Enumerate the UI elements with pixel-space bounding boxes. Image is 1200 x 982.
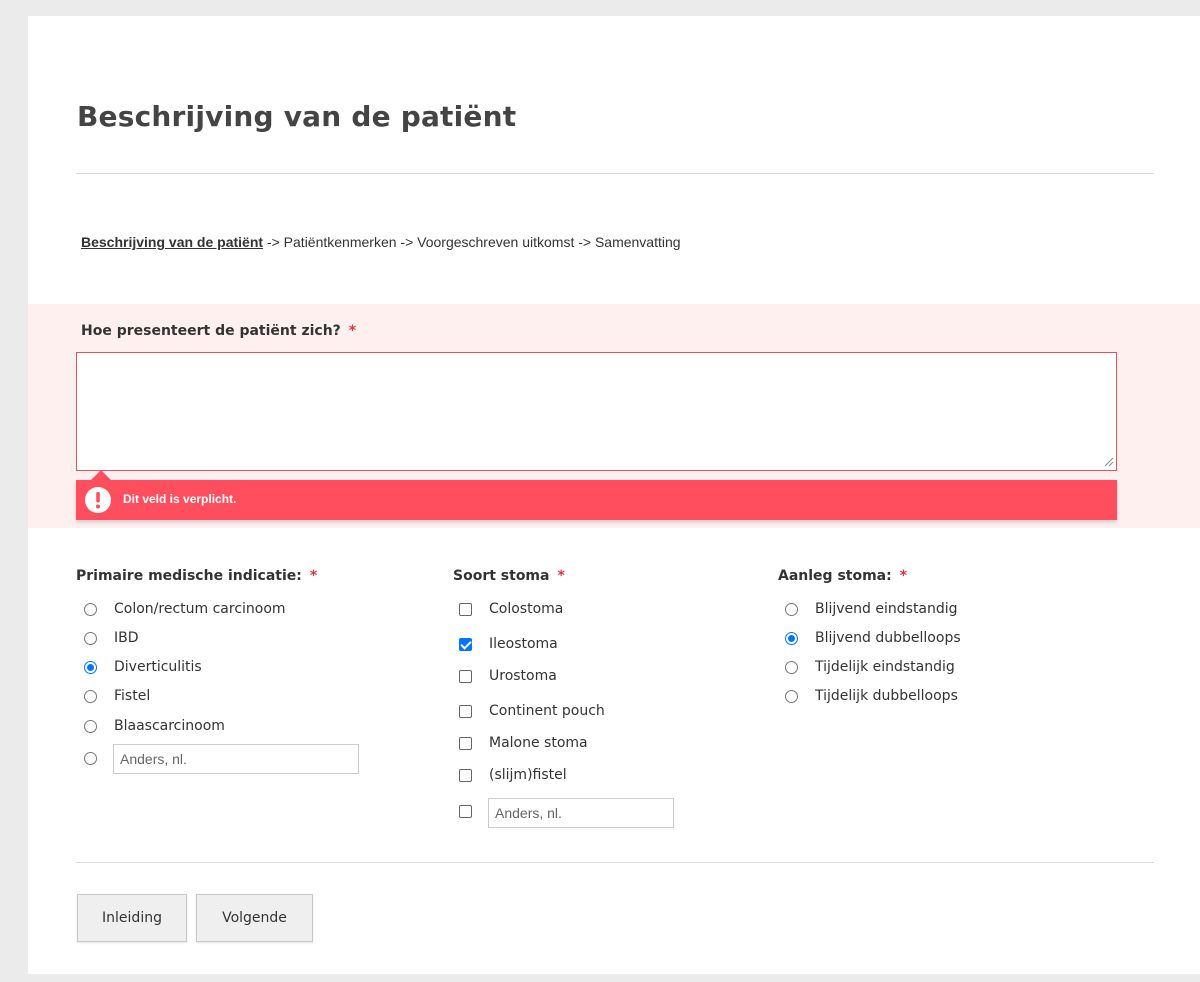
option-label: Continent pouch bbox=[489, 703, 605, 719]
form-card: Beschrijving van de patiënt Beschrijving… bbox=[28, 16, 1200, 974]
stoma-option-malone[interactable]: Malone stoma bbox=[459, 732, 588, 754]
stoma-other-input[interactable] bbox=[488, 798, 674, 828]
option-label: IBD bbox=[114, 630, 139, 646]
indicatie-other-input[interactable] bbox=[113, 744, 359, 774]
error-message-bar: Dit veld is verplicht. bbox=[76, 480, 1117, 520]
option-label: Ileostoma bbox=[489, 636, 558, 652]
option-label: Tijdelijk eindstandig bbox=[815, 659, 955, 675]
option-label: Colon/rectum carcinoom bbox=[114, 601, 286, 617]
checkbox-checked[interactable] bbox=[459, 637, 472, 651]
presentation-question-label: Hoe presenteert de patiënt zich? * bbox=[81, 323, 356, 339]
stoma-option-colostoma[interactable]: Colostoma bbox=[459, 598, 563, 620]
volgende-button[interactable]: Volgende bbox=[196, 894, 313, 942]
step-breadcrumb: Beschrijving van de patiënt -> Patiëntke… bbox=[81, 234, 681, 250]
radio-button-selected[interactable] bbox=[84, 660, 97, 674]
required-marker: * bbox=[309, 568, 318, 584]
checkbox[interactable] bbox=[459, 804, 472, 818]
page-title: Beschrijving van de patiënt bbox=[77, 100, 517, 133]
inleiding-button[interactable]: Inleiding bbox=[77, 894, 187, 942]
aanleg-option-tijdelijk-dubbelloops[interactable]: Tijdelijk dubbelloops bbox=[785, 685, 958, 707]
stoma-option-urostoma[interactable]: Urostoma bbox=[459, 665, 557, 687]
error-pointer bbox=[91, 470, 111, 480]
option-label: Fistel bbox=[114, 688, 151, 704]
required-marker: * bbox=[557, 568, 565, 584]
breadcrumb-current-step: Beschrijving van de patiënt bbox=[81, 234, 264, 250]
required-marker: * bbox=[348, 323, 357, 339]
indicatie-option-colon[interactable]: Colon/rectum carcinoom bbox=[84, 598, 286, 620]
indicatie-option-fistel[interactable]: Fistel bbox=[84, 685, 150, 707]
aanleg-label-text: Aanleg stoma: bbox=[778, 568, 892, 584]
radio-button[interactable] bbox=[84, 689, 97, 703]
stoma-group-label: Soort stoma * bbox=[453, 568, 565, 584]
option-label: Tijdelijk dubbelloops bbox=[815, 688, 958, 704]
option-label: Malone stoma bbox=[489, 735, 588, 751]
indicatie-option-diverticulitis[interactable]: Diverticulitis bbox=[84, 656, 202, 678]
radio-button[interactable] bbox=[84, 751, 97, 765]
aanleg-group-label: Aanleg stoma: * bbox=[778, 568, 907, 584]
checkbox[interactable] bbox=[459, 768, 472, 782]
presentation-question-text: Hoe presenteert de patiënt zich? bbox=[81, 323, 341, 339]
option-label: Diverticulitis bbox=[114, 659, 202, 675]
title-divider bbox=[76, 173, 1154, 174]
radio-button[interactable] bbox=[84, 602, 97, 616]
indicatie-option-ibd[interactable]: IBD bbox=[84, 627, 139, 649]
checkbox[interactable] bbox=[459, 736, 472, 750]
stoma-option-continent-pouch[interactable]: Continent pouch bbox=[459, 700, 605, 722]
radio-button-selected[interactable] bbox=[785, 631, 798, 645]
error-message-text: Dit veld is verplicht. bbox=[123, 492, 237, 506]
radio-button[interactable] bbox=[785, 689, 798, 703]
radio-button[interactable] bbox=[84, 631, 97, 645]
indicatie-label-text: Primaire medische indicatie: bbox=[76, 568, 302, 584]
radio-button[interactable] bbox=[785, 660, 798, 674]
radio-button[interactable] bbox=[84, 719, 97, 733]
exclamation-circle-icon bbox=[85, 487, 111, 513]
stoma-option-ileostoma[interactable]: Ileostoma bbox=[459, 633, 558, 655]
indicatie-group-label: Primaire medische indicatie: * bbox=[76, 568, 317, 584]
checkbox[interactable] bbox=[459, 602, 472, 616]
checkbox[interactable] bbox=[459, 669, 472, 683]
option-label: (slijm)fistel bbox=[489, 767, 567, 783]
indicatie-option-blaascarcinoom[interactable]: Blaascarcinoom bbox=[84, 715, 225, 737]
stoma-option-other[interactable] bbox=[459, 800, 489, 822]
option-label: Blaascarcinoom bbox=[114, 718, 225, 734]
stoma-option-slijmfistel[interactable]: (slijm)fistel bbox=[459, 764, 567, 786]
option-label: Urostoma bbox=[489, 668, 557, 684]
aanleg-option-blijvend-eindstandig[interactable]: Blijvend eindstandig bbox=[785, 598, 958, 620]
aanleg-option-tijdelijk-eindstandig[interactable]: Tijdelijk eindstandig bbox=[785, 656, 955, 678]
aanleg-option-blijvend-dubbelloops[interactable]: Blijvend dubbelloops bbox=[785, 627, 961, 649]
footer-divider bbox=[76, 862, 1154, 863]
checkbox[interactable] bbox=[459, 704, 472, 718]
stoma-label-text: Soort stoma bbox=[453, 568, 550, 584]
radio-button[interactable] bbox=[785, 602, 798, 616]
required-marker: * bbox=[899, 568, 908, 584]
breadcrumb-next-steps: -> Patiëntkenmerken -> Voorgeschreven ui… bbox=[263, 234, 681, 250]
indicatie-option-other[interactable] bbox=[84, 747, 114, 769]
option-label: Blijvend dubbelloops bbox=[815, 630, 961, 646]
option-label: Blijvend eindstandig bbox=[815, 601, 958, 617]
option-label: Colostoma bbox=[489, 601, 564, 617]
presentation-textarea[interactable] bbox=[76, 352, 1117, 471]
